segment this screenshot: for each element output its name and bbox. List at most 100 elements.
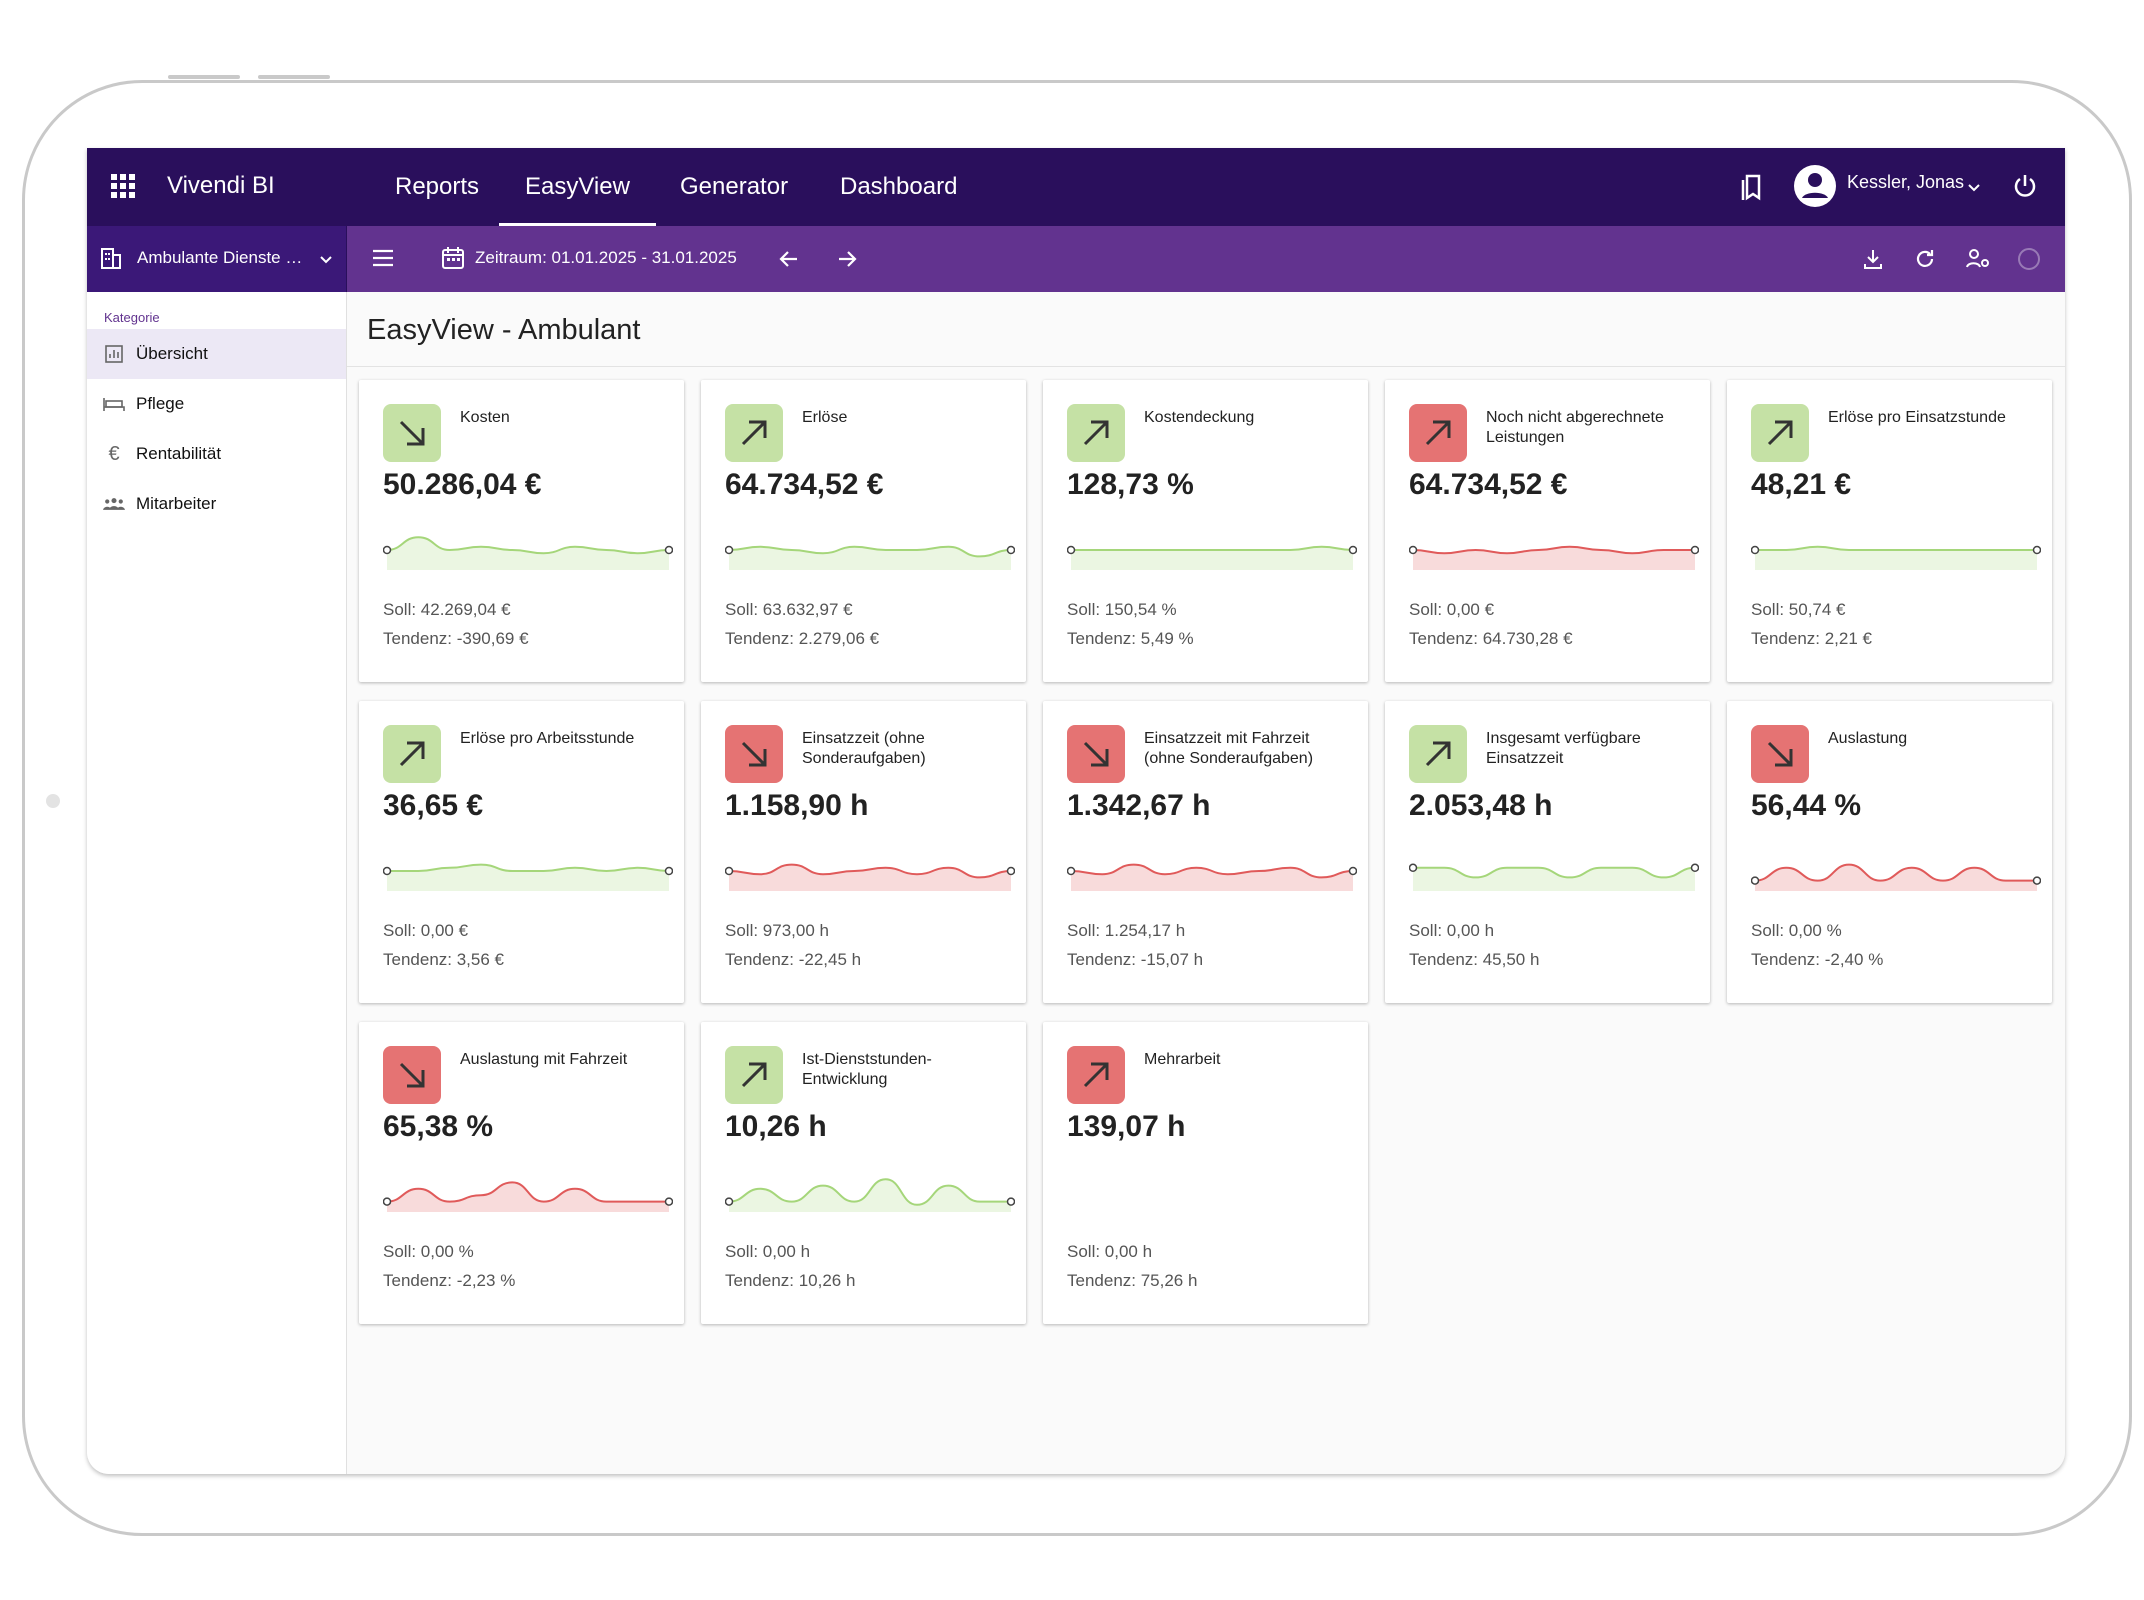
sparkline	[1066, 530, 1358, 575]
kpi-title: Einsatzzeit mit Fahrzeit (ohne Sonderauf…	[1144, 730, 1314, 767]
kpi-tendenz: Tendenz: 2.279,06 €	[725, 629, 880, 648]
sidebar-item-pflege[interactable]: Pflege	[87, 379, 346, 429]
kpi-card[interactable]: Einsatzzeit (ohne Sonderaufgaben) 1.158,9…	[701, 701, 1026, 1003]
kpi-title: Erlöse pro Einsatzstunde	[1828, 409, 2006, 426]
sidebar-item-uebersicht[interactable]: Übersicht	[87, 329, 346, 379]
nav-easyview[interactable]: EasyView	[499, 148, 656, 226]
kpi-value: 48,21 €	[1751, 468, 1852, 501]
trend-up-icon	[1409, 725, 1467, 783]
refresh-icon[interactable]	[1913, 247, 1937, 276]
chevron-down-icon	[319, 252, 333, 270]
arrow-left-icon[interactable]	[777, 247, 801, 276]
chevron-down-icon[interactable]	[1967, 180, 1981, 198]
kpi-soll: Soll: 1.254,17 h	[1067, 921, 1186, 940]
org-label: Ambulante Dienste P...	[137, 248, 307, 267]
kpi-card[interactable]: Ist-Dienststunden-Entwicklung 10,26 h Soll…	[701, 1022, 1026, 1324]
kpi-card[interactable]: Kosten 50.286,04 € Soll: 42.269,04 € Tenden…	[359, 380, 684, 682]
people-icon	[103, 496, 125, 512]
trend-down-icon	[383, 1046, 441, 1104]
kpi-card[interactable]: Erlöse 64.734,52 € Soll: 63.632,97 € Tenden…	[701, 380, 1026, 682]
kpi-card[interactable]: Einsatzzeit mit Fahrzeit (ohne Sonderauf…	[1043, 701, 1368, 1003]
kpi-value: 50.286,04 €	[383, 468, 542, 501]
trend-down-icon	[1751, 725, 1809, 783]
kpi-value: 2.053,48 h	[1409, 789, 1553, 822]
org-selector[interactable]: Ambulante Dienste P...	[87, 226, 347, 292]
tablet-button	[168, 75, 240, 79]
arrow-right-icon[interactable]	[835, 247, 859, 276]
kpi-soll: Soll: 0,00 h	[1409, 921, 1495, 940]
kpi-value: 64.734,52 €	[725, 468, 884, 501]
kpi-tendenz: Tendenz: 64.730,28 €	[1409, 629, 1573, 648]
kpi-title: Mehrarbeit	[1144, 1051, 1221, 1068]
apps-grid-icon[interactable]	[111, 174, 135, 198]
kpi-title: Erlöse pro Arbeitsstunde	[460, 730, 635, 747]
user-name[interactable]: Kessler, Jonas	[1847, 172, 1964, 193]
menu-icon[interactable]	[371, 248, 395, 273]
sidebar-item-label: Übersicht	[136, 344, 208, 363]
trend-up-icon	[725, 1046, 783, 1104]
euro-icon: €	[108, 442, 120, 465]
kpi-soll: Soll: 150,54 %	[1067, 600, 1177, 619]
kpi-soll: Soll: 63.632,97 €	[725, 600, 853, 619]
kpi-tendenz: Tendenz: -15,07 h	[1067, 950, 1204, 969]
period-label[interactable]: Zeitraum: 01.01.2025 - 31.01.2025	[475, 248, 737, 268]
calendar-icon[interactable]	[440, 245, 466, 276]
sparkline	[724, 851, 1016, 896]
kpi-value: 10,26 h	[725, 1110, 827, 1143]
kpi-card[interactable]: Kostendeckung 128,73 % Soll: 150,54 % Tende…	[1043, 380, 1368, 682]
kpi-tendenz: Tendenz: 5,49 %	[1067, 629, 1194, 648]
page-title: EasyView - Ambulant	[367, 314, 641, 346]
kpi-tendenz: Tendenz: -22,45 h	[725, 950, 862, 969]
kpi-tendenz: Tendenz: -2,23 %	[383, 1271, 516, 1290]
tablet-camera	[46, 794, 60, 808]
kpi-card[interactable]: Auslastung mit Fahrzeit 65,38 % Soll: 0,00…	[359, 1022, 684, 1324]
kpi-card[interactable]: Insgesamt verfügbare Einsatzzeit 2.053,48…	[1385, 701, 1710, 1003]
kpi-value: 1.158,90 h	[725, 789, 869, 822]
nav-dashboard[interactable]: Dashboard	[814, 148, 983, 226]
sparkline	[1066, 851, 1358, 896]
kpi-card[interactable]: Erlöse pro Arbeitsstunde 36,65 € Soll: 0,0…	[359, 701, 684, 1003]
top-bar: Vivendi BI Reports EasyView Generator Da…	[87, 148, 2065, 226]
kpi-soll: Soll: 0,00 h	[1067, 1242, 1153, 1261]
kpi-soll: Soll: 0,00 %	[383, 1242, 474, 1261]
trend-up-icon	[1067, 1046, 1125, 1104]
kpi-soll: Soll: 0,00 €	[383, 921, 469, 940]
user-settings-icon[interactable]	[1965, 247, 1991, 276]
sub-toolbar: Ambulante Dienste P... Zeitraum: 01.01.2…	[87, 226, 2065, 292]
kpi-title: Insgesamt verfügbare Einsatzzeit	[1486, 730, 1641, 767]
nav-generator[interactable]: Generator	[654, 148, 814, 226]
trend-up-icon	[1409, 404, 1467, 462]
sparkline	[1750, 530, 2042, 575]
kpi-tendenz: Tendenz: -2,40 %	[1751, 950, 1884, 969]
sidebar: Kategorie Übersicht Pflege € Rentabilitä…	[87, 292, 347, 1474]
help-icon[interactable]	[2017, 247, 2041, 276]
bookmarks-icon[interactable]	[1738, 172, 1766, 207]
main-content: EasyView - Ambulant Kosten 50.286,04 € Sol…	[347, 292, 2065, 1474]
sparkline	[382, 1172, 674, 1217]
sparkline	[1750, 851, 2042, 896]
sparkline	[1408, 851, 1700, 896]
category-label: Kategorie	[104, 310, 160, 325]
nav-reports[interactable]: Reports	[369, 148, 505, 226]
kpi-card[interactable]: Noch nicht abgerechnete Leistungen 64.734…	[1385, 380, 1710, 682]
kpi-value: 65,38 %	[383, 1110, 494, 1143]
kpi-soll: Soll: 0,00 %	[1751, 921, 1842, 940]
kpi-tendenz: Tendenz: 2,21 €	[1751, 629, 1872, 648]
trend-down-icon	[383, 404, 441, 462]
kpi-tendenz: Tendenz: 10,26 h	[725, 1271, 856, 1290]
kpi-value: 36,65 €	[383, 789, 484, 822]
kpi-title: Kostendeckung	[1144, 409, 1255, 426]
sidebar-item-rentabilitaet[interactable]: € Rentabilität	[87, 429, 346, 479]
kpi-tendenz: Tendenz: 45,50 h	[1409, 950, 1540, 969]
download-icon[interactable]	[1861, 247, 1885, 276]
avatar[interactable]	[1793, 164, 1837, 213]
trend-up-icon	[1067, 404, 1125, 462]
sidebar-item-mitarbeiter[interactable]: Mitarbeiter	[87, 479, 346, 529]
power-icon[interactable]	[2011, 172, 2039, 205]
sidebar-item-label: Rentabilität	[136, 444, 222, 463]
app-brand: Vivendi BI	[167, 172, 275, 199]
kpi-card[interactable]: Mehrarbeit 139,07 h Soll: 0,00 h Tendenz: 7…	[1043, 1022, 1368, 1324]
trend-up-icon	[725, 404, 783, 462]
kpi-card[interactable]: Erlöse pro Einsatzstunde 48,21 € Soll: 50,…	[1727, 380, 2052, 682]
kpi-card[interactable]: Auslastung 56,44 % Soll: 0,00 % Tendenz: -2…	[1727, 701, 2052, 1003]
